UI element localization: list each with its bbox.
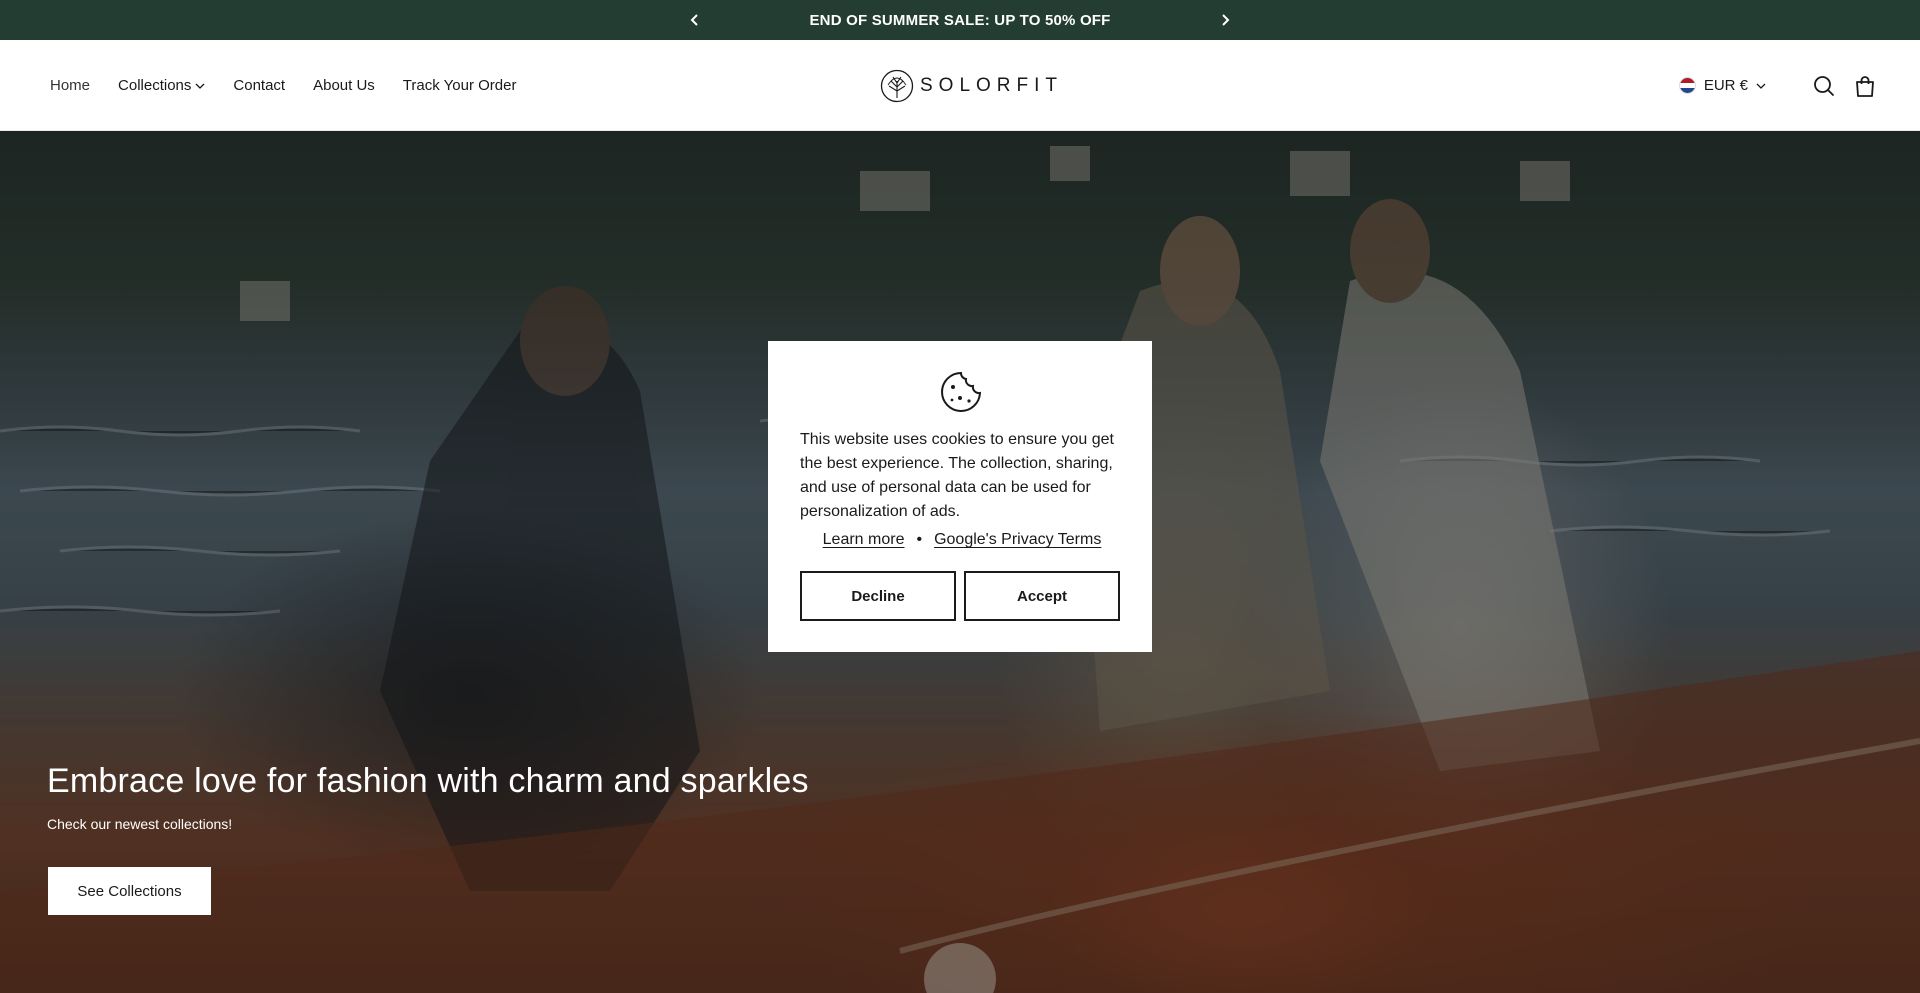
nav-collections-label: Collections (118, 77, 192, 94)
hero-subtitle: Check our newest collections! (47, 816, 233, 832)
header-tools: EUR € (1678, 40, 1878, 131)
logo-text: SOLORFIT (920, 75, 1064, 96)
main-nav: Home Collections Contact About Us Track … (50, 40, 544, 131)
site-header: Home Collections Contact About Us Track … (0, 40, 1920, 131)
chevron-right-icon[interactable] (1213, 8, 1237, 32)
currency-selector[interactable]: EUR € (1678, 77, 1766, 94)
privacy-terms-link[interactable]: Google's Privacy Terms (934, 531, 1101, 549)
hero-title: Embrace love for fashion with charm and … (47, 762, 809, 800)
nav-home[interactable]: Home (50, 77, 90, 94)
cookie-links: Learn more • Google's Privacy Terms (800, 531, 1124, 549)
search-icon[interactable] (1811, 73, 1837, 99)
accept-button[interactable]: Accept (964, 571, 1120, 621)
cookie-consent-dialog: This website uses cookies to ensure you … (768, 341, 1152, 652)
link-separator: • (916, 531, 923, 548)
learn-more-link[interactable]: Learn more (823, 531, 905, 549)
announcement-text: END OF SUMMER SALE: UP TO 50% OFF (809, 11, 1111, 29)
chevron-down-icon (1756, 83, 1766, 89)
currency-label: EUR € (1703, 77, 1748, 94)
see-collections-button[interactable]: See Collections (48, 867, 211, 915)
site-logo[interactable]: SOLORFIT (880, 68, 1063, 104)
decline-button[interactable]: Decline (800, 571, 956, 621)
netherlands-flag-icon (1678, 77, 1696, 94)
nav-collections[interactable]: Collections (118, 77, 205, 94)
cookie-icon (941, 371, 982, 412)
announcement-bar: END OF SUMMER SALE: UP TO 50% OFF (0, 0, 1920, 40)
nav-contact[interactable]: Contact (233, 77, 285, 94)
tree-logo-icon (880, 69, 914, 103)
chevron-left-icon[interactable] (683, 8, 707, 32)
chevron-down-icon (195, 83, 205, 89)
cookie-message: This website uses cookies to ensure you … (800, 431, 1114, 520)
nav-about-us[interactable]: About Us (313, 77, 375, 94)
shopping-bag-icon[interactable] (1852, 73, 1878, 99)
nav-track-order[interactable]: Track Your Order (403, 77, 517, 94)
